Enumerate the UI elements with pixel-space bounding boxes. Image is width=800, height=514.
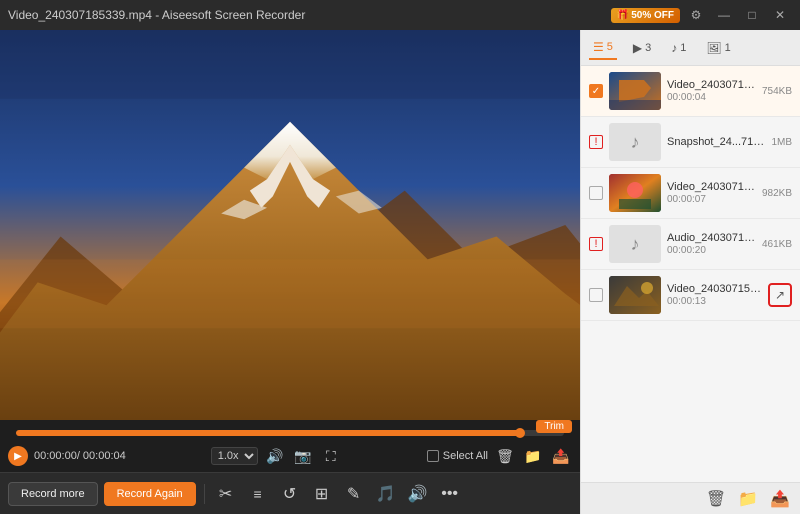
timeline-fill <box>16 430 520 436</box>
fullscreen-button[interactable]: ⛶ <box>320 445 342 467</box>
file-info-2: Snapshot_24...7184042.png <box>667 136 765 149</box>
cut-button[interactable]: ✂ <box>213 481 239 507</box>
camera-button[interactable]: 📷 <box>292 445 314 467</box>
list-item[interactable]: ! ♪ Snapshot_24...7184042.png 1MB <box>581 117 800 168</box>
settings-button[interactable]: ⚙ <box>684 5 708 25</box>
file-size-1: 754KB <box>762 86 792 97</box>
file-list: ✓ Video_2403 <box>581 66 800 482</box>
tab-all[interactable]: ☰ 5 <box>589 36 617 60</box>
file-name-3: Video_240307183229.mp4 <box>667 181 756 193</box>
delete-button[interactable]: 🗑 <box>494 445 516 467</box>
right-panel: ☰ 5 ▶ 3 ♪ 1 🖼 1 ✓ <box>580 30 800 514</box>
file-checkbox-5[interactable] <box>589 288 603 302</box>
tab-video-icon: ▶ <box>633 41 642 55</box>
video-player <box>0 30 580 420</box>
time-display: 00:00:00/ 00:00:04 <box>34 450 126 462</box>
list-item[interactable]: Video_240307154314.mp4 00:00:13 ↗ <box>581 270 800 321</box>
tab-video-count: 3 <box>645 42 651 54</box>
file-info-5: Video_240307154314.mp4 00:00:13 <box>667 283 762 307</box>
title-bar-right: 🎁 50% OFF ⚙ — □ ✕ <box>611 5 792 25</box>
picture-in-picture-button[interactable]: ⊞ <box>309 481 335 507</box>
promo-badge[interactable]: 🎁 50% OFF <box>611 8 680 23</box>
tab-audio[interactable]: ♪ 1 <box>667 37 690 59</box>
record-again-button[interactable]: Record Again <box>104 482 196 506</box>
tab-image-count: 1 <box>725 42 731 54</box>
maximize-button[interactable]: □ <box>740 5 764 25</box>
play-button[interactable]: ▶ <box>8 446 28 466</box>
file-info-1: Video_240307185339.mp4 00:00:04 <box>667 79 756 103</box>
tab-video[interactable]: ▶ 3 <box>629 37 655 59</box>
more-button[interactable]: ••• <box>437 481 463 507</box>
file-name-1: Video_240307185339.mp4 <box>667 79 756 91</box>
tab-all-icon: ☰ <box>593 40 604 54</box>
right-bottom: 🗑 📁 📤 <box>581 482 800 514</box>
file-checkbox-2[interactable]: ! <box>589 135 603 149</box>
tab-audio-count: 1 <box>680 42 686 54</box>
file-checkbox-1[interactable]: ✓ <box>589 84 603 98</box>
file-info-4: Audio_240307160615.mp3 00:00:20 <box>667 232 756 256</box>
file-meta-3: 00:00:07 <box>667 194 756 205</box>
minimize-button[interactable]: — <box>712 5 736 25</box>
list-item[interactable]: ! ♪ Audio_240307160615.mp3 00:00:20 461K… <box>581 219 800 270</box>
file-thumb-3 <box>609 174 661 212</box>
select-all-label: Select All <box>443 450 488 462</box>
list-item[interactable]: Video_240307183229.mp4 00:00:07 982KB <box>581 168 800 219</box>
file-checkbox-3[interactable] <box>589 186 603 200</box>
select-all-checkbox[interactable] <box>427 450 439 462</box>
tab-image[interactable]: 🖼 1 <box>702 37 734 59</box>
right-export-button[interactable]: 📤 <box>768 487 792 511</box>
file-name-5: Video_240307154314.mp4 <box>667 283 762 295</box>
tab-audio-icon: ♪ <box>671 41 677 55</box>
file-thumb-2: ♪ <box>609 123 661 161</box>
bottom-bar: Record more Record Again ✂ ≡ ↺ ⊞ ✎ 🎵 🔊 •… <box>0 472 580 514</box>
app-title: Video_240307185339.mp4 - Aiseesoft Scree… <box>8 8 305 22</box>
title-bar: Video_240307185339.mp4 - Aiseesoft Scree… <box>0 0 800 30</box>
file-meta-4: 00:00:20 <box>667 245 756 256</box>
trim-button[interactable]: Trim <box>536 420 572 433</box>
left-panel: Trim ▶ 00:00:00/ 00:00:04 1.0x 0.5x 1.5x… <box>0 30 580 514</box>
record-more-button[interactable]: Record more <box>8 482 98 506</box>
edit-button[interactable]: ✎ <box>341 481 367 507</box>
title-bar-left: Video_240307185339.mp4 - Aiseesoft Scree… <box>8 8 305 22</box>
open-folder-button[interactable]: 📁 <box>522 445 544 467</box>
main-area: Trim ▶ 00:00:00/ 00:00:04 1.0x 0.5x 1.5x… <box>0 30 800 514</box>
share-button-5[interactable]: ↗ <box>768 283 792 307</box>
volume-ctrl-button[interactable]: 🔊 <box>405 481 431 507</box>
right-tabs: ☰ 5 ▶ 3 ♪ 1 🖼 1 <box>581 30 800 66</box>
file-size-3: 982KB <box>762 188 792 199</box>
close-button[interactable]: ✕ <box>768 5 792 25</box>
tab-image-icon: 🖼 <box>706 41 721 55</box>
equalizer-button[interactable]: ≡ <box>245 481 271 507</box>
file-thumb-5 <box>609 276 661 314</box>
list-item[interactable]: ✓ Video_2403 <box>581 66 800 117</box>
timeline-handle[interactable] <box>515 428 525 438</box>
file-size-2: 1MB <box>771 137 792 148</box>
volume-button[interactable]: 🔊 <box>264 445 286 467</box>
file-meta-5: 00:00:13 <box>667 296 762 307</box>
speed-select[interactable]: 1.0x 0.5x 1.5x 2.0x <box>211 447 258 465</box>
right-folder-button[interactable]: 📁 <box>736 487 760 511</box>
file-size-4: 461KB <box>762 239 792 250</box>
audio-edit-button[interactable]: 🎵 <box>373 481 399 507</box>
controls-bar: ▶ 00:00:00/ 00:00:04 1.0x 0.5x 1.5x 2.0x… <box>0 440 580 472</box>
timeline-container: Trim <box>0 420 580 440</box>
timeline-bar[interactable] <box>16 430 564 436</box>
file-info-3: Video_240307183229.mp4 00:00:07 <box>667 181 756 205</box>
export-button[interactable]: 📤 <box>550 445 572 467</box>
rotate-button[interactable]: ↺ <box>277 481 303 507</box>
separator-1 <box>204 484 205 504</box>
right-delete-button[interactable]: 🗑 <box>704 487 728 511</box>
file-thumb-4: ♪ <box>609 225 661 263</box>
file-name-2: Snapshot_24...7184042.png <box>667 136 765 148</box>
tab-all-count: 5 <box>607 41 613 53</box>
file-thumb-1 <box>609 72 661 110</box>
file-name-4: Audio_240307160615.mp3 <box>667 232 756 244</box>
select-all-area: Select All <box>427 450 488 462</box>
file-checkbox-4[interactable]: ! <box>589 237 603 251</box>
video-thumbnail <box>0 30 580 420</box>
file-meta-1: 00:00:04 <box>667 92 756 103</box>
